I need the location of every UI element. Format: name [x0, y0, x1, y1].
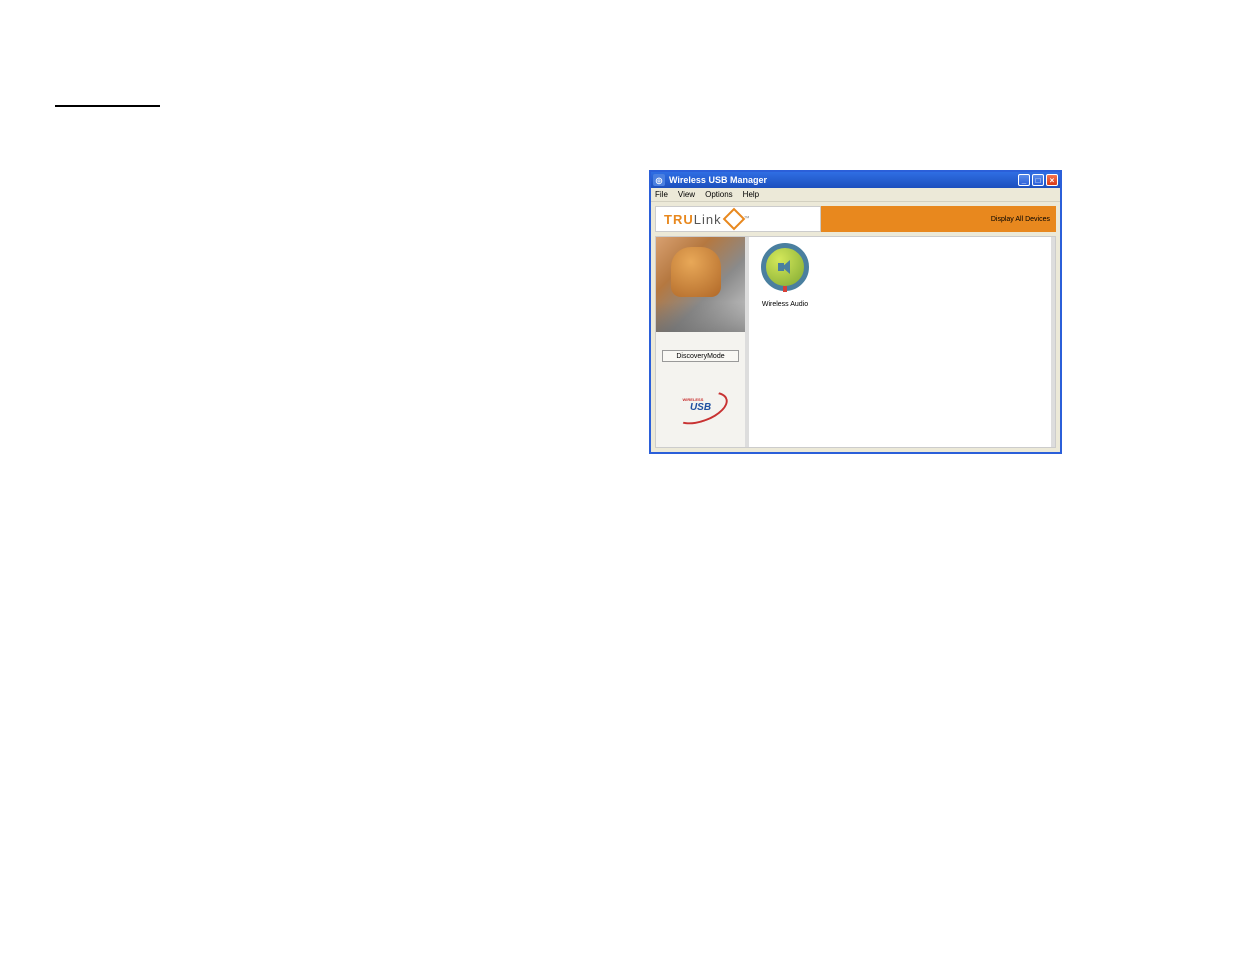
status-indicator — [783, 286, 787, 292]
brand-tru: TRU — [664, 212, 694, 227]
brand-logo-text: TRULink — [664, 212, 722, 227]
device-item[interactable]: Wireless Audio — [755, 243, 815, 308]
usb-text: USB — [690, 402, 711, 413]
display-filter-label: Display All Devices — [991, 216, 1050, 223]
app-window: ◎ Wireless USB Manager _ □ × File View O… — [649, 170, 1062, 454]
close-button[interactable]: × — [1046, 174, 1058, 186]
menu-help[interactable]: Help — [743, 190, 759, 199]
app-icon: ◎ — [653, 174, 665, 186]
discovery-section: DiscoveryMode — [656, 332, 745, 368]
brand-bar: TRULink ™ Display All Devices — [655, 206, 1056, 232]
window-controls: _ □ × — [1018, 174, 1058, 186]
content-area: TRULink ™ Display All Devices DiscoveryM… — [651, 202, 1060, 452]
minimize-button[interactable]: _ — [1018, 174, 1030, 186]
preview-image — [656, 237, 745, 332]
device-label: Wireless Audio — [762, 301, 808, 308]
menu-file[interactable]: File — [655, 190, 668, 199]
speaker-icon — [761, 243, 809, 291]
usb-wireless-text: WIRELESS — [683, 397, 704, 402]
titlebar[interactable]: ◎ Wireless USB Manager _ □ × — [651, 172, 1060, 188]
preview-person-shape — [671, 247, 721, 297]
usb-logo: WIRELESS USB — [671, 393, 731, 423]
left-panel: DiscoveryMode WIRELESS USB — [656, 237, 746, 447]
main-panel: DiscoveryMode WIRELESS USB — [655, 236, 1056, 448]
device-list-panel: Wireless Audio — [746, 237, 1055, 447]
decoration-line — [55, 105, 160, 107]
window-title: Wireless USB Manager — [669, 175, 1018, 185]
usb-logo-section: WIRELESS USB — [656, 368, 745, 447]
brand-logo-area: TRULink ™ — [655, 206, 821, 232]
brand-link: Link — [694, 212, 722, 227]
brand-diamond-icon — [722, 208, 745, 231]
preview-overlay — [656, 302, 745, 332]
maximize-button[interactable]: □ — [1032, 174, 1044, 186]
menu-view[interactable]: View — [678, 190, 695, 199]
display-filter[interactable]: Display All Devices — [821, 206, 1056, 232]
discovery-mode-button[interactable]: DiscoveryMode — [662, 350, 739, 362]
menu-options[interactable]: Options — [705, 190, 733, 199]
menubar: File View Options Help — [651, 188, 1060, 202]
